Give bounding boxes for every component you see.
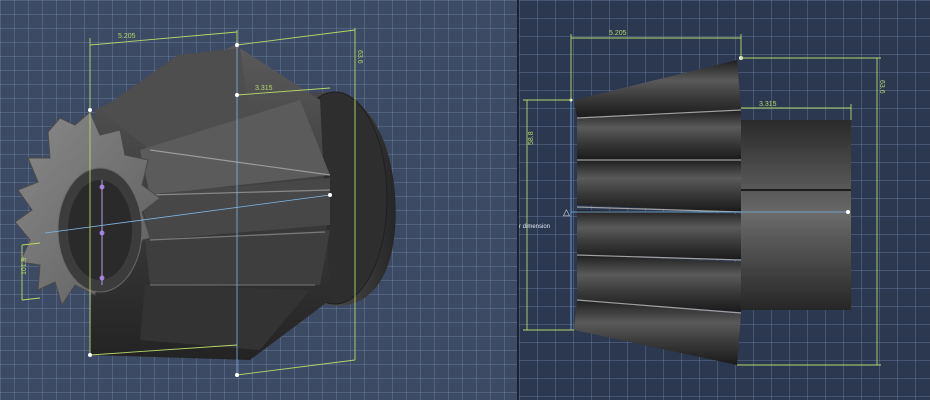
dim-inner-width-side[interactable]: 3.315 bbox=[759, 101, 777, 108]
dim-inner-width[interactable]: 3.315 bbox=[255, 85, 273, 92]
gear-teeth-side[interactable] bbox=[574, 60, 742, 365]
isometric-gear-drawing[interactable]: 5.205 63.6 3.315 101.9 bbox=[0, 0, 517, 400]
cad-workspace: 5.205 63.6 3.315 101.9 △ 5.205 3.315 63.… bbox=[0, 0, 930, 400]
side-gear-drawing[interactable]: △ 5.205 3.315 63.6 58.8 r dimension bbox=[519, 0, 930, 400]
dim-top-width[interactable]: 5.205 bbox=[118, 33, 136, 40]
dim-top-width-side[interactable]: 5.205 bbox=[609, 30, 627, 37]
dimension-annotation[interactable]: r dimension bbox=[519, 224, 550, 230]
dim-left-side[interactable]: 101.9 bbox=[21, 257, 28, 275]
hub-side[interactable] bbox=[741, 120, 851, 310]
viewport-isometric[interactable]: 5.205 63.6 3.315 101.9 bbox=[0, 0, 517, 400]
svg-text:△: △ bbox=[563, 207, 570, 217]
dim-right-height[interactable]: 63.6 bbox=[356, 50, 363, 64]
dim-right-height-side[interactable]: 63.6 bbox=[878, 80, 885, 94]
dim-left-height-side[interactable]: 58.8 bbox=[528, 131, 535, 145]
viewport-side[interactable]: △ 5.205 3.315 63.6 58.8 r dimension bbox=[519, 0, 930, 400]
